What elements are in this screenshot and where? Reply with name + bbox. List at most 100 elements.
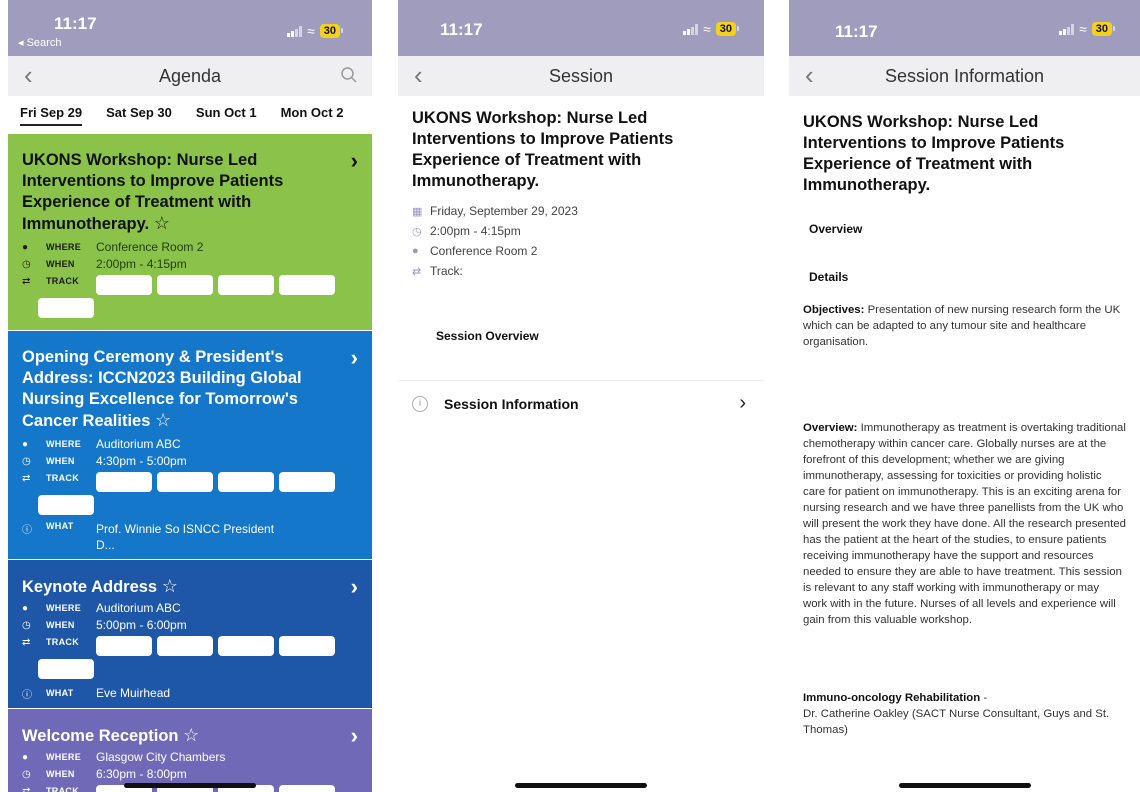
battery-icon: 30: [715, 22, 740, 36]
wifi-icon: ≈: [703, 21, 711, 37]
session-information-label: Session Information: [444, 395, 579, 412]
home-indicator[interactable]: [124, 783, 256, 788]
overview-heading: Overview: [809, 222, 863, 236]
signal-icon: [287, 25, 303, 37]
chevron-right-icon: ›: [350, 574, 358, 599]
star-icon[interactable]: ☆: [183, 725, 199, 745]
track-pill: [279, 472, 335, 492]
shuffle-icon: ⇄: [22, 636, 31, 648]
session-where: Conference Room 2: [96, 240, 204, 254]
session-where: Auditorium ABC: [96, 601, 181, 615]
signal-icon: [683, 23, 699, 35]
status-icons: ≈ 30: [683, 21, 740, 37]
details-heading: Details: [809, 270, 849, 284]
status-bar: 11:17 ≈ 30: [398, 0, 764, 56]
wifi-icon: ≈: [1079, 21, 1087, 37]
overview-label: Overview:: [803, 422, 858, 434]
track-pill: [279, 275, 335, 295]
location-pin-icon: ●: [22, 751, 29, 763]
track-pill: [157, 636, 213, 656]
track-pill: [96, 472, 152, 492]
tab-sat-sep-30[interactable]: Sat Sep 30: [106, 105, 172, 126]
where-label: WHERE: [46, 603, 81, 613]
page-title: Session: [548, 65, 614, 86]
session-information-screen: 11:17 ≈ 30 ‹ Session Information UKONS W…: [789, 0, 1140, 792]
what-label: WHAT: [46, 688, 74, 698]
signal-icon: [1059, 23, 1075, 35]
session-card-ukons[interactable]: › UKONS Workshop: Nurse Led Intervention…: [8, 134, 372, 330]
clock-icon: ◷: [22, 258, 31, 270]
session-card-opening-ceremony[interactable]: › Opening Ceremony & President's Address…: [8, 331, 372, 559]
agenda-navbar: ‹ Agenda: [8, 56, 372, 96]
chevron-right-icon: ›: [350, 345, 358, 370]
session-navbar: ‹ Session: [398, 56, 764, 96]
tab-fri-sep-29[interactable]: Fri Sep 29: [20, 105, 83, 126]
clock-icon: ◷: [22, 455, 31, 467]
tab-mon-oct-2[interactable]: Mon Oct 2: [281, 105, 344, 126]
star-icon[interactable]: ☆: [154, 213, 170, 233]
day-tabs: Fri Sep 29 Sat Sep 30 Sun Oct 1 Mon Oct …: [8, 96, 372, 134]
session-track: Track:: [430, 264, 463, 278]
track-pills: [96, 636, 358, 656]
agenda-screen: 11:17 ◂ Search ≈ 30 ‹ Agenda Fri Sep 29 …: [8, 0, 372, 792]
session-what: Prof. Winnie So ISNCC President D...: [96, 522, 275, 552]
track-pill: [157, 275, 213, 295]
track-label: TRACK: [46, 786, 79, 792]
when-label: WHEN: [46, 456, 75, 466]
session-information-row[interactable]: i Session Information ›: [398, 380, 764, 426]
session-overview-heading: Session Overview: [436, 329, 539, 343]
location-pin-icon: ●: [412, 245, 419, 257]
session-card-welcome-reception[interactable]: › Welcome Reception ☆ ● WHERE Glasgow City…: [8, 709, 372, 792]
back-chevron-icon[interactable]: ‹: [414, 62, 423, 88]
track-pills: [96, 275, 358, 295]
home-indicator[interactable]: [898, 783, 1031, 788]
session-where: Auditorium ABC: [96, 437, 181, 451]
track-pill: [38, 495, 94, 515]
search-icon[interactable]: [340, 66, 358, 89]
session-title: Welcome Reception: [22, 727, 179, 745]
session-info-navbar: ‹ Session Information: [789, 56, 1140, 96]
session-when: 5:00pm - 6:00pm: [96, 618, 187, 632]
session-when: 4:30pm - 5:00pm: [96, 454, 187, 468]
where-label: WHERE: [46, 752, 81, 762]
track-pill: [96, 275, 152, 295]
when-label: WHEN: [46, 769, 75, 779]
rehab-title: Immuno-oncology Rehabilitation: [803, 692, 981, 704]
track-pill: [38, 659, 94, 679]
session-room: Conference Room 2: [430, 244, 538, 258]
overview-paragraph: Overview: Immunotherapy as treatment is …: [803, 420, 1126, 628]
overview-text: Immunotherapy as treatment is overtaking…: [803, 422, 1126, 626]
info-icon: ⓘ: [22, 525, 32, 536]
track-pill: [279, 636, 335, 656]
session-title: Keynote Address: [22, 578, 158, 596]
session-card-keynote[interactable]: › Keynote Address ☆ ● WHERE Auditorium ABC…: [8, 560, 372, 708]
when-label: WHEN: [46, 620, 75, 630]
session-heading: UKONS Workshop: Nurse Led Interventions …: [803, 113, 1065, 194]
page-title: Session Information: [884, 65, 1045, 86]
objectives-label: Objectives:: [803, 304, 865, 316]
shuffle-icon: ⇄: [22, 785, 31, 792]
home-indicator[interactable]: [515, 783, 647, 788]
battery-icon: 30: [1091, 22, 1116, 36]
back-chevron-icon[interactable]: ‹: [805, 62, 814, 88]
location-pin-icon: ●: [22, 438, 29, 450]
shuffle-icon: ⇄: [22, 472, 31, 484]
track-pill: [218, 275, 274, 295]
status-icons: ≈ 30: [1059, 21, 1116, 37]
back-chevron-icon[interactable]: ‹: [24, 62, 33, 88]
session-what: Eve Muirhead: [96, 686, 171, 700]
tab-sun-oct-1[interactable]: Sun Oct 1: [196, 105, 257, 126]
rehab-dash: -: [980, 692, 988, 704]
star-icon[interactable]: ☆: [155, 410, 171, 430]
where-label: WHERE: [46, 439, 81, 449]
track-pills: [96, 472, 358, 492]
back-to-search-link[interactable]: ◂ Search: [18, 36, 61, 49]
clock-icon: ◷: [412, 225, 422, 238]
chevron-right-icon: ›: [350, 723, 358, 748]
battery-icon: 30: [319, 24, 344, 38]
track-pill: [218, 472, 274, 492]
shuffle-icon: ⇄: [412, 265, 422, 278]
status-time: 11:17: [54, 14, 97, 33]
star-icon[interactable]: ☆: [162, 576, 178, 596]
session-meta: ▦ Friday, September 29, 2023 ◷ 2:00pm - 4:…: [412, 201, 750, 281]
